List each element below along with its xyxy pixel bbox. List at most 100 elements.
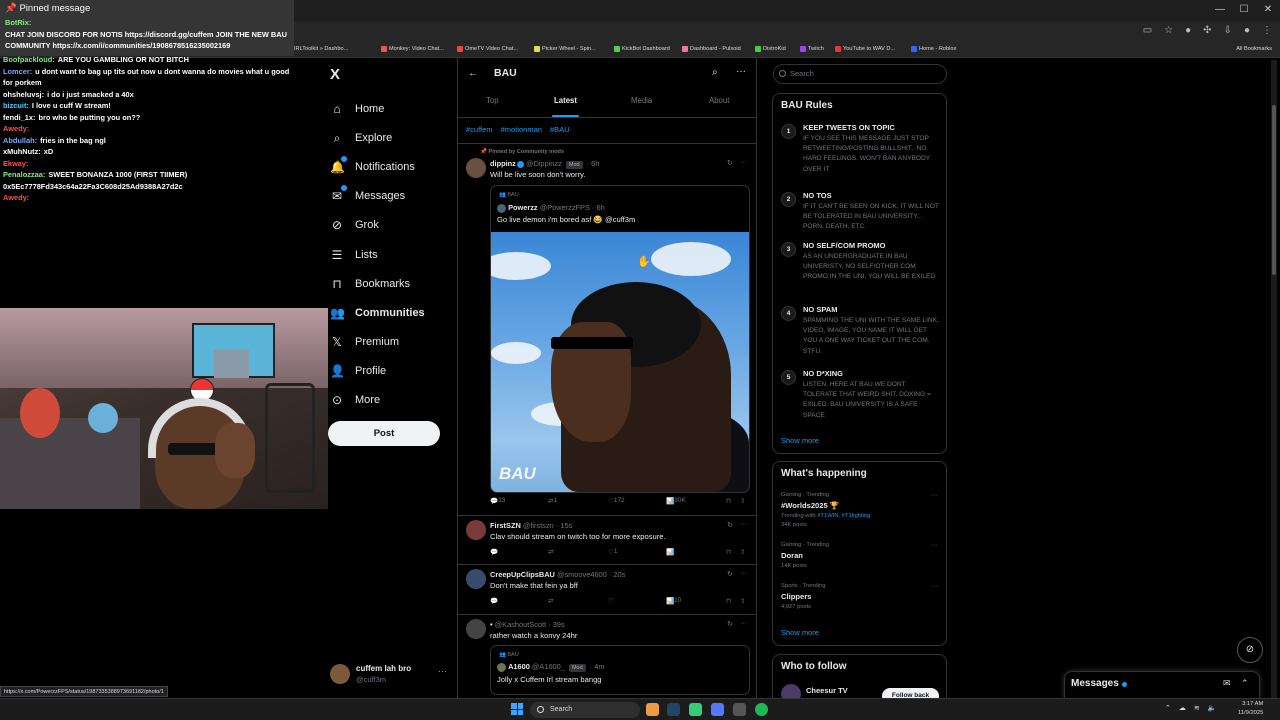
more-icon[interactable]: ···	[931, 492, 938, 499]
community-note-icon[interactable]: ↻	[727, 159, 733, 167]
chevron-up-icon[interactable]: ⌃	[1241, 678, 1249, 689]
cast-icon[interactable]: ▭	[1143, 25, 1152, 36]
bookmark-item[interactable]: OmeTV Video Chat...	[457, 46, 518, 52]
tweet-author[interactable]: • @KashoutScott · 39s	[490, 620, 565, 629]
share-icon[interactable]: ⇧	[740, 597, 745, 605]
trend-item[interactable]: Gaming · Trending Doran 14K posts ···	[781, 542, 941, 572]
bookmark-icon[interactable]: ⊓	[726, 497, 731, 505]
bookmark-icon[interactable]: ⊓	[726, 548, 731, 556]
tag-link[interactable]: #motionman	[501, 125, 542, 134]
more-icon[interactable]: ···	[740, 521, 747, 528]
avatar[interactable]	[466, 158, 486, 178]
app-icon[interactable]	[689, 703, 702, 716]
new-message-icon[interactable]: ✉	[1223, 678, 1231, 689]
spotify-icon[interactable]	[755, 703, 768, 716]
minimize-icon[interactable]: —	[1208, 0, 1232, 22]
tag-link[interactable]: #cuffem	[466, 125, 493, 134]
bookmark-item[interactable]: Dashboard - Pulsoid	[682, 46, 741, 52]
messages-dock[interactable]: Messages ✉ ⌃	[1064, 671, 1260, 699]
volume-icon[interactable]: 🔈	[1208, 704, 1217, 712]
avatar[interactable]	[466, 520, 486, 540]
windows-start-icon[interactable]	[511, 703, 523, 715]
repost-button[interactable]: ⇄	[548, 597, 553, 605]
community-note-icon[interactable]: ↻	[727, 521, 733, 529]
community-note-icon[interactable]: ↻	[727, 620, 733, 628]
tab-about[interactable]: About	[709, 96, 729, 105]
steam-icon[interactable]	[667, 703, 680, 716]
tab-media[interactable]: Media	[631, 96, 652, 105]
bookmark-item[interactable]: YouTube to WAV D...	[835, 46, 895, 52]
bookmark-item[interactable]: Twitch	[800, 46, 824, 52]
share-icon[interactable]: ⇧	[740, 497, 745, 505]
sidebar-item-communities[interactable]: 👥 Communities	[330, 298, 460, 327]
more-icon[interactable]: ···	[736, 66, 746, 77]
app-icon[interactable]	[733, 703, 746, 716]
sidebar-item-more[interactable]: ⊙ More	[330, 386, 460, 415]
sidebar-item-explore[interactable]: ⌕ Explore	[330, 123, 460, 152]
taskbar-search[interactable]: Search	[530, 702, 640, 718]
tweet-author[interactable]: dippinz @Dippinzz Mod · 6h	[490, 159, 599, 169]
like-button[interactable]: ♡ 1	[608, 548, 617, 556]
more-icon[interactable]: ···	[740, 620, 747, 627]
share-icon[interactable]: ⇧	[740, 548, 745, 556]
maximize-icon[interactable]: ☐	[1232, 0, 1256, 22]
search-input[interactable]: Search	[773, 64, 947, 84]
grok-icon[interactable]: ⊘	[1237, 637, 1263, 663]
more-icon[interactable]: ···	[740, 159, 747, 166]
reply-button[interactable]: 💬	[490, 597, 498, 605]
tab-top[interactable]: Top	[486, 96, 499, 105]
more-icon[interactable]: ···	[438, 666, 447, 676]
search-icon[interactable]: ⌕	[712, 67, 718, 78]
like-button[interactable]: ♡	[608, 597, 614, 605]
sidebar-item-premium[interactable]: 𝕏 Premium	[330, 328, 460, 357]
taskbar-clock[interactable]: 3:17 AM 11/9/2025	[1238, 700, 1263, 718]
cloud-icon[interactable]: ☁	[1179, 704, 1186, 712]
sidebar-item-lists[interactable]: ☰ Lists	[330, 240, 460, 269]
views-count[interactable]: 📊	[666, 548, 674, 556]
extension-icon[interactable]: ●	[1185, 25, 1191, 36]
reply-button[interactable]: 💬	[490, 548, 498, 556]
repost-button[interactable]: ⇄ 1	[548, 497, 557, 505]
sidebar-item-bookmarks[interactable]: ⊓ Bookmarks	[330, 269, 460, 298]
bookmark-item[interactable]: Monkey: Video Chat...	[381, 46, 444, 52]
chrome-icon[interactable]	[646, 703, 659, 716]
profile-avatar-icon[interactable]: ●	[1244, 25, 1250, 36]
sidebar-item-messages[interactable]: ✉ Messages	[330, 182, 460, 211]
sidebar-item-notifications[interactable]: 🔔 Notifications	[330, 152, 460, 181]
tweet-photo[interactable]: BAU	[491, 232, 749, 492]
account-switcher[interactable]: cuffem lah bro @cuff3m ···	[330, 662, 450, 688]
chevron-up-icon[interactable]: ⌃	[1165, 704, 1171, 712]
sidebar-item-grok[interactable]: ⊘ Grok	[330, 211, 460, 240]
repost-button[interactable]: ⇄	[548, 548, 553, 556]
avatar[interactable]	[466, 619, 486, 639]
more-icon[interactable]: ···	[740, 570, 747, 577]
star-icon[interactable]: ☆	[1164, 25, 1173, 36]
bookmark-item[interactable]: Picker Wheel - Spin...	[534, 46, 596, 52]
tweet[interactable]: CreepUpClipsBAU @smoove4600 · 20s ↻ ··· …	[458, 569, 756, 615]
tweet-author[interactable]: FirstSZN @firstszn · 15s	[490, 521, 572, 530]
views-count[interactable]: 📊 10	[666, 597, 681, 605]
download-icon[interactable]: ⇩	[1224, 25, 1232, 36]
tag-link[interactable]: #BAU	[550, 125, 570, 134]
avatar[interactable]	[466, 569, 486, 589]
tweet[interactable]: 📌 Pinned by Community mods dippinz @Dipp…	[458, 148, 756, 516]
wifi-icon[interactable]: ≋	[1194, 704, 1200, 712]
reply-button[interactable]: 💬 13	[490, 497, 505, 505]
views-count[interactable]: 📊 30K	[666, 497, 686, 505]
bookmark-item[interactable]: IRLToolkit » Dashbo...	[286, 46, 348, 52]
close-icon[interactable]: ✕	[1256, 0, 1280, 22]
tab-latest[interactable]: Latest	[552, 96, 579, 117]
all-bookmarks[interactable]: All Bookmarks	[1236, 46, 1272, 52]
sidebar-item-profile[interactable]: 👤 Profile	[330, 357, 460, 386]
show-more-link[interactable]: Show more	[781, 436, 819, 445]
sidebar-item-home[interactable]: ⌂ Home	[330, 94, 460, 123]
post-button[interactable]: Post	[328, 421, 440, 446]
back-arrow-icon[interactable]: ←	[468, 68, 478, 79]
show-more-link[interactable]: Show more	[781, 628, 819, 637]
tweet-author[interactable]: CreepUpClipsBAU @smoove4600 · 20s	[490, 570, 625, 579]
bookmark-item[interactable]: KickBot Dashboard	[614, 46, 670, 52]
quoted-tweet[interactable]: 👥 BAU Powerzz @PowerzzFPS · 6h Go live d…	[490, 185, 750, 493]
quoted-tweet[interactable]: 👥 BAU A1600 @A1600_ Mod · 4m Jolly x Cuf…	[490, 645, 750, 695]
bookmark-icon[interactable]: ⊓	[726, 597, 731, 605]
tweet[interactable]: FirstSZN @firstszn · 15s ↻ ··· Clav shou…	[458, 520, 756, 566]
